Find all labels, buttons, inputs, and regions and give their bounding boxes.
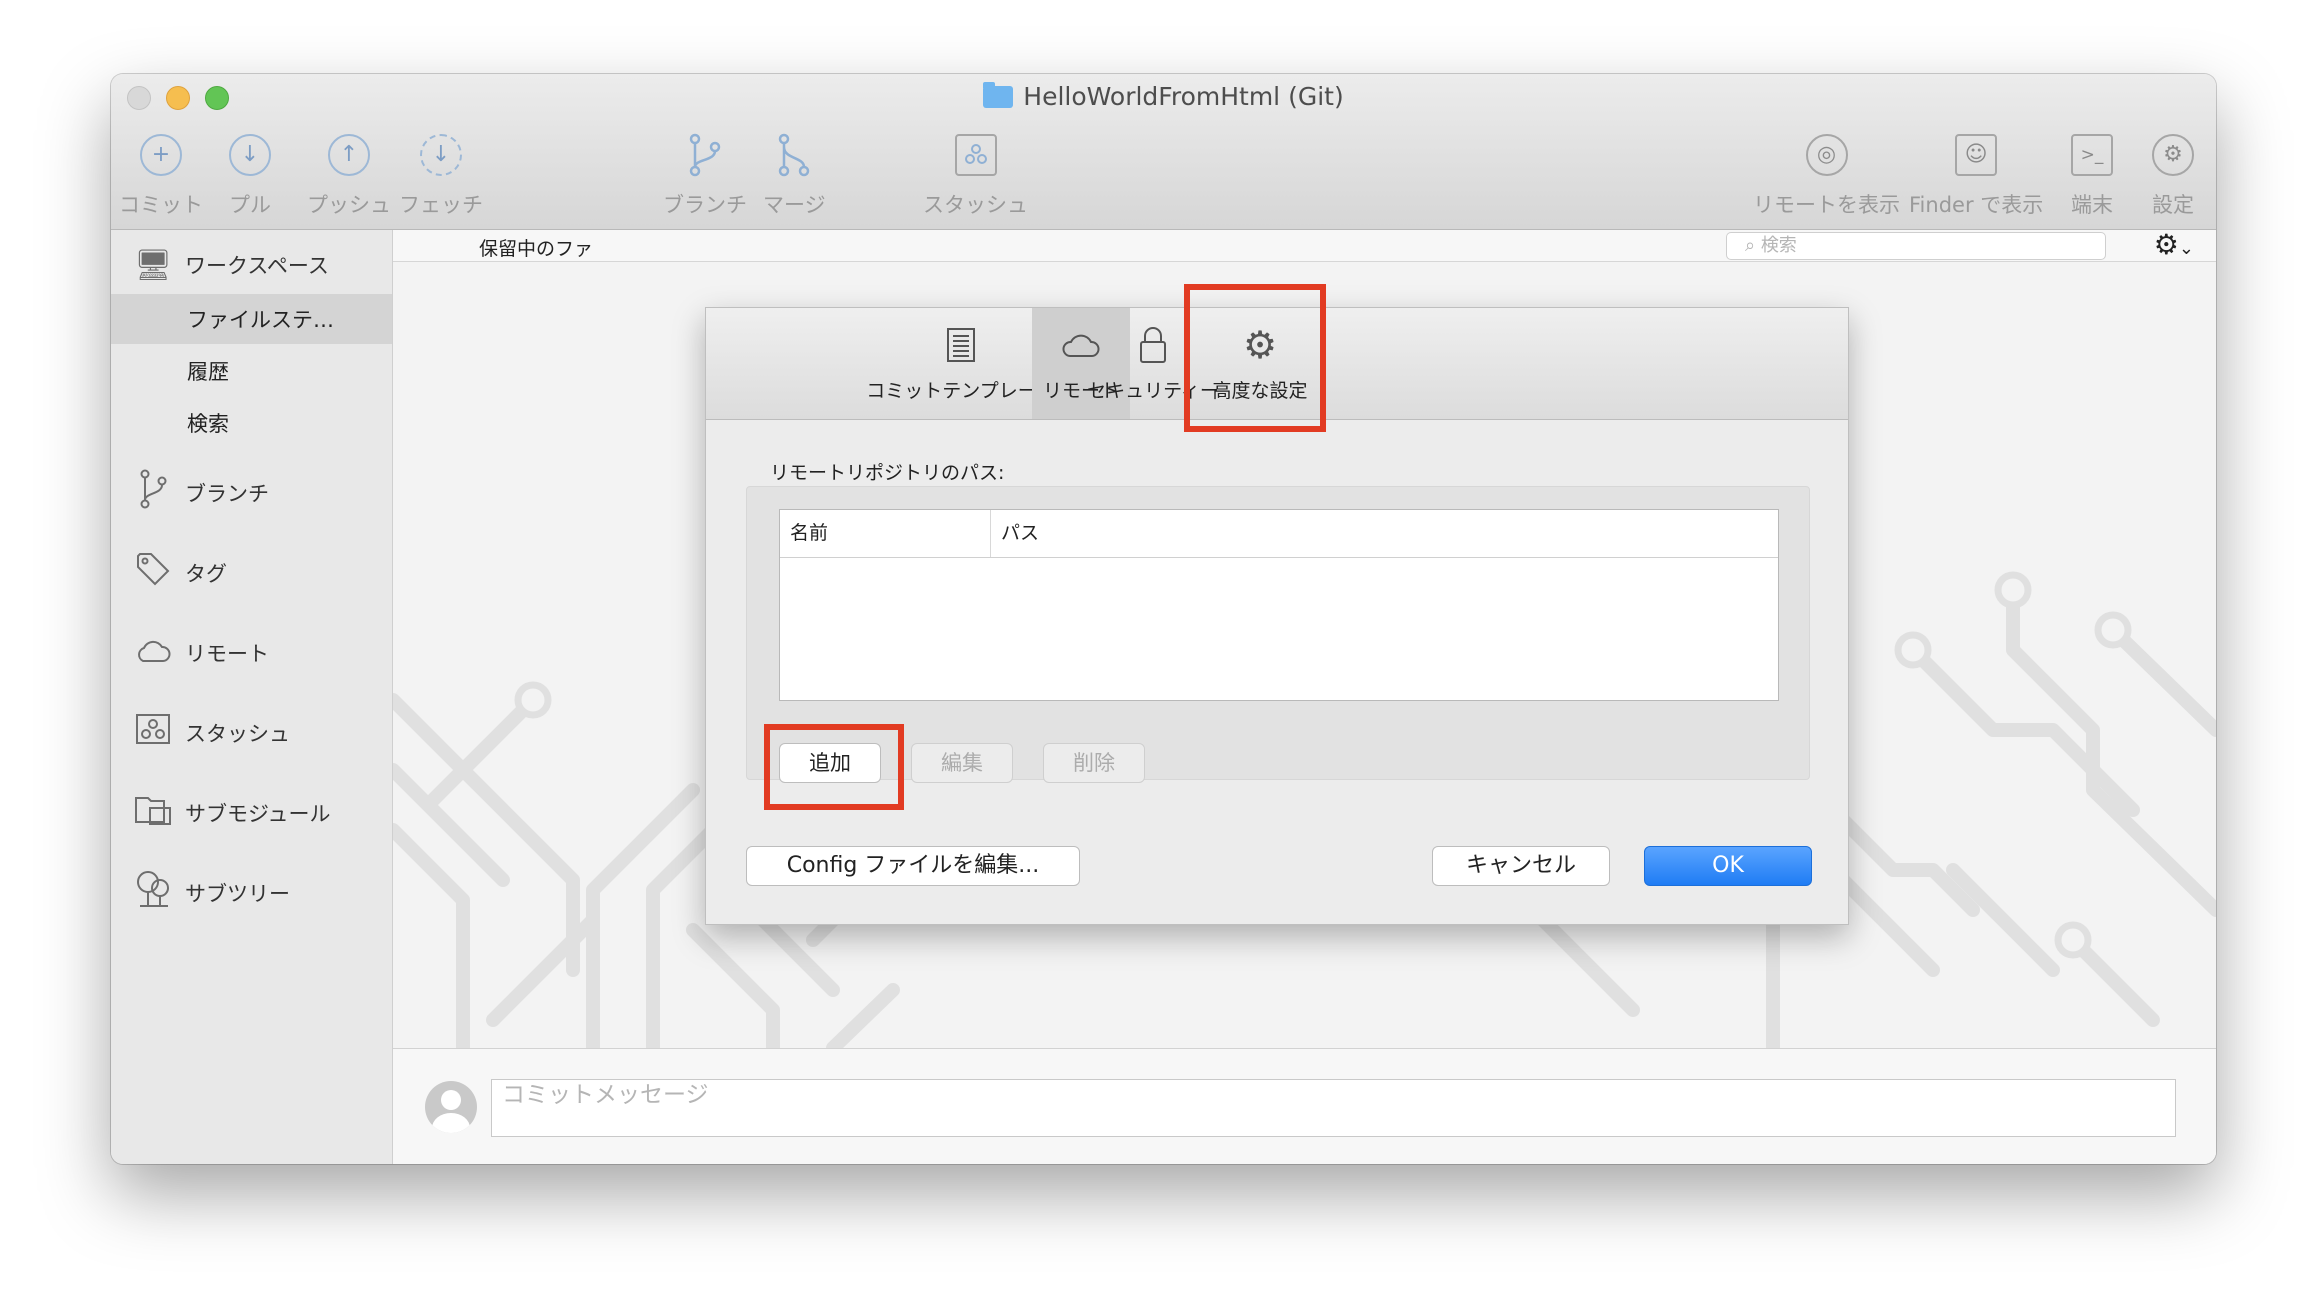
terminal-toolbar-button[interactable]: >_ 端末 [2071, 134, 2113, 219]
chevron-down-icon: ⌄ [2178, 238, 2194, 259]
tab-security[interactable]: セキュリティー [1087, 308, 1219, 419]
lock-icon [1138, 322, 1168, 368]
folder-icon [983, 82, 1014, 108]
tab-commit-template[interactable]: コミットテンプレート [866, 308, 1056, 419]
remote-path-label: リモートリポジトリのパス: [770, 462, 1005, 484]
settings-toolbar-button[interactable]: ⚙ 設定 [2152, 134, 2194, 219]
search-input[interactable]: ⌕ 検索 [1726, 232, 2106, 260]
sidebar-item-history[interactable]: 履歴 [111, 346, 392, 396]
cancel-button[interactable]: キャンセル [1432, 846, 1610, 886]
remotes-panel: 名前 パス 追加 編集 削除 [746, 486, 1810, 783]
fetch-icon: ↓ [420, 134, 462, 176]
gear-menu-button[interactable]: ⚙⌄ [2154, 228, 2194, 261]
sidebar-item-stashes[interactable]: スタッシュ [111, 708, 392, 758]
window-title: HelloWorldFromHtml (Git) [111, 82, 2216, 111]
tab-advanced[interactable]: ⚙ 高度な設定 [1208, 308, 1312, 419]
sidebar-item-subtrees[interactable]: サブツリー [111, 868, 392, 918]
search-icon: ⌕ [1745, 235, 1761, 256]
branch-toolbar-button[interactable]: ブランチ [663, 133, 747, 219]
arrow-down-circle-icon: ↓ [229, 134, 271, 176]
commit-bar: コミットメッセージ [393, 1048, 2216, 1164]
edit-remote-button[interactable]: 編集 [911, 743, 1013, 783]
sidebar-item-remotes[interactable]: リモート [111, 628, 392, 678]
monitor-icon: 🖥 [133, 247, 173, 283]
stash-toolbar-button[interactable]: スタッシュ [923, 134, 1028, 219]
sidebar-item-search[interactable]: 検索 [111, 398, 392, 448]
commit-toolbar-button[interactable]: + コミット [119, 134, 203, 219]
branch-icon [133, 469, 173, 517]
arrow-up-circle-icon: ↑ [328, 134, 370, 176]
subtree-icon [133, 870, 173, 916]
column-header-name[interactable]: 名前 [780, 510, 990, 558]
sidebar-item-workspace[interactable]: 🖥 ワークスペース [111, 240, 392, 290]
sidebar-item-file-status[interactable]: ファイルステ… [111, 294, 392, 344]
show-remote-toolbar-button[interactable]: ◎ リモートを表示 [1753, 134, 1900, 219]
edit-config-file-button[interactable]: Config ファイルを編集... [746, 846, 1080, 886]
stash-icon [954, 134, 997, 176]
delete-remote-button[interactable]: 削除 [1043, 743, 1145, 783]
pull-toolbar-button[interactable]: ↓ プル [229, 134, 271, 219]
remotes-table: 名前 パス [779, 509, 1779, 701]
title-bar: HelloWorldFromHtml (Git) + コミット ↓ プル ↑ プ… [111, 74, 2216, 230]
branch-icon [684, 133, 726, 177]
gear-icon: ⚙ [2152, 134, 2194, 176]
globe-icon: ◎ [1805, 134, 1848, 176]
repository-settings-dialog: コミットテンプレート リモート セキュリティー ⚙ 高度な設定 リモートリポジト… [705, 284, 1849, 925]
plus-circle-icon: + [140, 134, 182, 176]
merge-toolbar-button[interactable]: マージ [763, 133, 826, 219]
cloud-icon [133, 636, 173, 671]
push-toolbar-button[interactable]: ↑ プッシュ [307, 134, 391, 219]
commit-message-input[interactable]: コミットメッセージ [491, 1079, 2176, 1137]
fetch-toolbar-button[interactable]: ↓ フェッチ [399, 134, 483, 219]
tag-icon [133, 551, 173, 595]
gear-icon: ⚙ [1242, 323, 1278, 367]
terminal-icon: >_ [2071, 134, 2113, 176]
table-header-divider [780, 557, 1778, 558]
sidebar: 🖥 ワークスペース ファイルステ… 履歴 検索 ブランチ タグ リモート スタッ… [111, 230, 393, 1164]
avatar [425, 1081, 477, 1133]
show-in-finder-toolbar-button[interactable]: ☺ Finder で表示 [1909, 134, 2043, 219]
finder-icon: ☺ [1955, 134, 1998, 176]
app-window: HelloWorldFromHtml (Git) + コミット ↓ プル ↑ プ… [111, 74, 2216, 1164]
merge-icon [773, 133, 815, 177]
add-remote-button[interactable]: 追加 [779, 743, 881, 783]
sidebar-item-tags[interactable]: タグ [111, 548, 392, 598]
submodule-icon [133, 792, 173, 834]
stash-icon [133, 713, 173, 753]
content-header: 保留中のファ ⌕ 検索 ⚙⌄ [393, 228, 2216, 262]
column-header-path[interactable]: パス [990, 510, 1778, 558]
document-icon [946, 322, 976, 368]
cloud-icon [1062, 322, 1100, 368]
sidebar-item-submodules[interactable]: サブモジュール [111, 788, 392, 838]
ok-button[interactable]: OK [1644, 846, 1812, 886]
sidebar-item-branches[interactable]: ブランチ [111, 468, 392, 518]
dialog-tabs: コミットテンプレート リモート セキュリティー ⚙ 高度な設定 [706, 308, 1848, 420]
